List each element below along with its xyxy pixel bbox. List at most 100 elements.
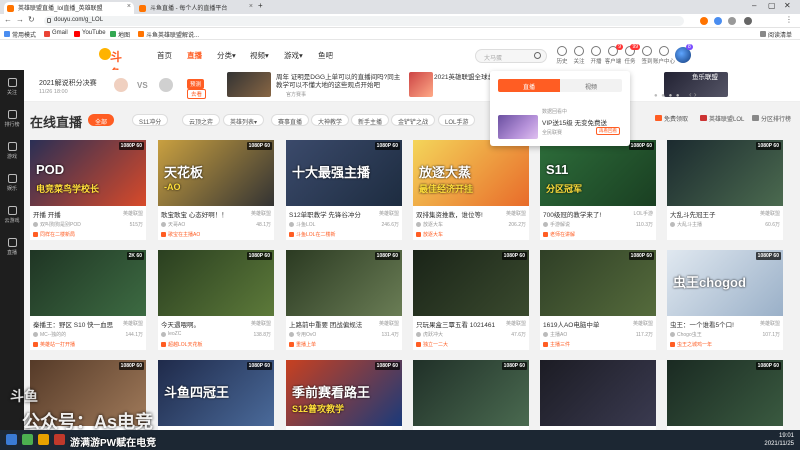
extension-icon[interactable] — [728, 17, 736, 25]
card-thumbnail[interactable]: 季前赛看路王 S12普攻教学 1080P 60 — [286, 360, 402, 426]
card-title[interactable]: 上路前中重要 团战偏规法 — [289, 319, 369, 329]
card-host[interactable]: leoZC — [168, 331, 181, 337]
card-title[interactable]: 秦播王：野区 S10 快一血思路 — [33, 319, 113, 329]
reading-list[interactable]: 阅读清单 — [760, 30, 792, 39]
filter-heroes[interactable]: 英雄列表▾ — [223, 114, 265, 126]
live-card[interactable]: 1080P 60 1619人AO电脑中单 英雄联盟 主播AO 117.2万 主播三件 — [540, 250, 656, 350]
card-host[interactable]: 大乱斗主播 — [677, 221, 702, 228]
nav-live[interactable]: 直播 — [187, 50, 202, 61]
nav-video[interactable]: 视频▾ — [250, 50, 269, 61]
card-title[interactable]: 今天遇喂啊。 — [161, 319, 241, 329]
card-thumbnail[interactable]: 1080P 60 — [667, 140, 783, 206]
new-tab-icon[interactable]: + — [258, 1, 263, 10]
filter-s11[interactable]: S11冲分 — [132, 114, 169, 126]
live-card[interactable]: 1080P 60 上路前中重要 团战偏规法 英雄联盟 专用OvO 131.4万 重播上单 — [286, 250, 402, 350]
replay-button[interactable]: 再看回看 — [596, 127, 620, 135]
card-category[interactable]: 英雄联盟 — [506, 210, 526, 217]
sidebar-item-game[interactable]: 游戏 — [0, 142, 24, 160]
profile-icon[interactable] — [744, 17, 752, 25]
card-host[interactable]: 斗鱼LOL — [296, 221, 315, 228]
card-title[interactable]: 大乱斗先冠王子 — [670, 209, 750, 219]
live-card[interactable]: 季前赛看路王 S12普攻教学 1080P 60 — [286, 360, 402, 430]
live-card[interactable]: POD 电竞菜鸟学校长 1080P 60 开播 开播 英雄联盟 双叫狗狗是别POD 515万… — [30, 140, 146, 240]
card-category[interactable]: 英雄联盟 — [379, 210, 399, 217]
card-title[interactable]: 虫王：一个谁看5个口! — [670, 319, 750, 329]
live-card[interactable]: 天花板 -AO 1080P 60 歌宝歌宝 心态好啊！！ 英雄联盟 天哥AO 48.1万 歌宝… — [158, 140, 274, 240]
filter-match[interactable]: 赛事直播 — [271, 114, 310, 126]
card-host[interactable]: 天哥AO — [168, 221, 185, 228]
card-thumbnail[interactable]: 1080P 60 — [540, 250, 656, 316]
card-title[interactable]: 1619人AO电脑中单 — [543, 319, 623, 329]
close-window-icon[interactable]: ✕ — [784, 1, 791, 10]
url-input[interactable]: douyu.com/g_LOL — [44, 16, 684, 26]
nav-yuba[interactable]: 鱼吧 — [318, 50, 333, 61]
sidebar-item-rank[interactable]: 排行榜 — [0, 110, 24, 128]
card-category[interactable]: 英雄联盟 — [123, 210, 143, 217]
maximize-icon[interactable]: ▢ — [768, 1, 776, 10]
live-card[interactable]: 1080P 60 大乱斗先冠王子 英雄联盟 大乱斗主播 60.6万 — [667, 140, 783, 240]
live-card[interactable]: 虫王chogod 1080P 60 虫王：一个谁看5个口! 英雄联盟 Chogo虫王 10… — [667, 250, 783, 350]
carousel-dots[interactable]: ● ● ● ● — [654, 93, 681, 99]
card-thumbnail[interactable]: 1080P 60 — [286, 250, 402, 316]
card-title[interactable]: 700级冠的教学来了! — [543, 209, 623, 219]
sidebar-item-follow[interactable]: 关注 — [0, 78, 24, 96]
lol-link[interactable]: 英雄联盟LOL — [700, 114, 744, 123]
card-title[interactable]: 开播 开播 — [33, 209, 113, 219]
card-thumbnail[interactable]: 虫王chogod 1080P 60 — [667, 250, 783, 316]
card-category[interactable]: 英雄联盟 — [760, 210, 780, 217]
promo-thumbnail[interactable] — [227, 72, 271, 97]
card-thumbnail[interactable]: 天花板 -AO 1080P 60 — [158, 140, 274, 206]
search-input[interactable]: 大马蛋 — [475, 49, 547, 63]
tab-video[interactable]: 视频 — [560, 79, 622, 92]
live-card[interactable]: 放逐大蒸 最佳经济开挂 双排集资推教，谁位等! 英雄联盟 放逐大车 206.2万 放逐大车 — [413, 140, 529, 240]
live-card[interactable]: 2K 60 秦播王：野区 S10 快一血思路 英雄联盟 MC--独的的 144.1万 英雄… — [30, 250, 146, 350]
history-thumbnail[interactable] — [498, 115, 538, 139]
menu-icon[interactable]: ⋮ — [785, 15, 793, 24]
card-title[interactable]: 歌宝歌宝 心态好啊！！ — [161, 209, 241, 219]
close-tab-icon[interactable]: × — [249, 3, 253, 10]
bookmark-item[interactable]: Gmail — [44, 30, 68, 37]
live-card[interactable]: 斗鱼四冠王 1080P 60 — [158, 360, 274, 430]
card-host[interactable]: 主播AO — [550, 331, 567, 338]
card-host[interactable]: 虎跃冲大 — [423, 331, 443, 338]
card-thumbnail[interactable]: 1080P 60 — [413, 360, 529, 426]
card-host[interactable]: 双叫狗狗是别POD — [40, 221, 81, 228]
card-host[interactable]: Chogo虫王 — [677, 331, 702, 338]
card-host[interactable]: 手游解说 — [550, 221, 570, 228]
bookmark-item[interactable]: YouTube — [74, 30, 106, 37]
card-category[interactable]: 英雄联盟 — [123, 320, 143, 327]
live-card[interactable]: 1080P 60 — [413, 360, 529, 430]
card-thumbnail[interactable]: 1080P 60 — [158, 250, 274, 316]
bookmark-item[interactable]: 地图 — [110, 30, 130, 39]
card-category[interactable]: 英雄联盟 — [251, 320, 271, 327]
forward-icon[interactable]: → — [16, 15, 24, 24]
nav-category[interactable]: 分类▾ — [217, 50, 236, 61]
card-title[interactable]: 双排集资推教，谁位等! — [416, 209, 496, 219]
sidebar-item-entertain[interactable]: 娱乐 — [0, 174, 24, 192]
live-card[interactable]: 1080P 60 — [667, 360, 783, 430]
bookmark-item[interactable]: 斗鱼英雄联盟解说... — [138, 30, 199, 39]
tab-live[interactable]: 直播 — [498, 79, 560, 92]
folder-icon[interactable] — [38, 434, 49, 445]
nav-home[interactable]: 首页 — [157, 50, 172, 61]
card-thumbnail[interactable]: 放逐大蒸 最佳经济开挂 — [413, 140, 529, 206]
card-thumbnail[interactable] — [540, 360, 656, 426]
sidebar-item-cloud[interactable]: 云游戏 — [0, 206, 24, 224]
filter-all[interactable]: 全部 — [88, 114, 115, 126]
filter-jcc[interactable]: 金铲铲之战 — [391, 114, 436, 126]
chrome-icon[interactable] — [22, 434, 33, 445]
predict-button[interactable]: 预测 — [187, 79, 205, 89]
extension-icon[interactable] — [700, 17, 708, 25]
card-thumbnail[interactable]: 1080P 60 — [413, 250, 529, 316]
card-category[interactable]: 英雄联盟 — [506, 320, 526, 327]
filter-teach[interactable]: 大神教学 — [311, 114, 350, 126]
free-claim-link[interactable]: 免费领取 — [655, 114, 688, 123]
app-icon[interactable] — [54, 434, 65, 445]
live-card[interactable]: 1080P 60 今天遇喂啊。 英雄联盟 leoZC 138.8万 超越LOL天花板 — [158, 250, 274, 350]
live-card[interactable]: 1080P 60 只玩果盒三覃五看 1021461 英雄联盟 虎跃冲大 47.6万 独立一… — [413, 250, 529, 350]
card-host[interactable]: 放逐大车 — [423, 221, 443, 228]
sidebar-item-live[interactable]: 直播 — [0, 238, 24, 256]
filter-mobile[interactable]: LOL手游 — [438, 114, 476, 126]
card-title[interactable]: S12单职教学 先锋谷冲分 — [289, 209, 369, 219]
douyu-logo[interactable]: 斗鱼 — [99, 47, 132, 81]
